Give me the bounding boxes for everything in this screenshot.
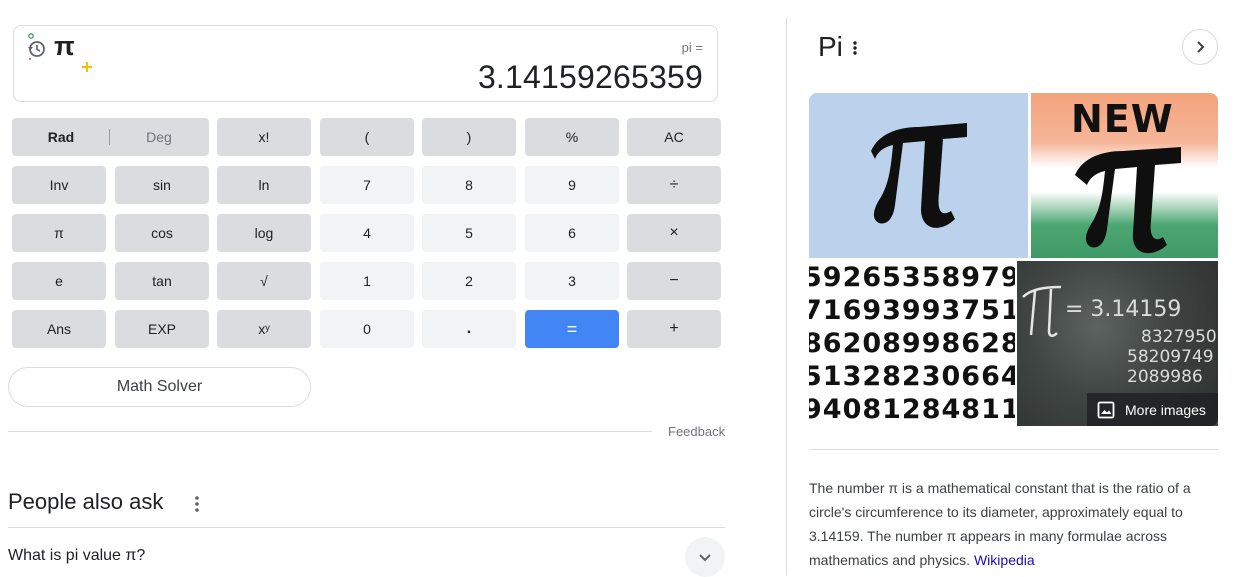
math-solver-button[interactable]: Math Solver — [8, 367, 311, 407]
open-paren-key[interactable]: ( — [320, 118, 414, 156]
equals-key[interactable]: = — [525, 310, 619, 348]
multiply-key[interactable]: × — [627, 214, 721, 252]
digits-line: 716939937510 — [809, 295, 1015, 326]
divide-key[interactable]: ÷ — [627, 166, 721, 204]
pi-symbol-image[interactable] — [809, 93, 1028, 258]
more-vert-icon[interactable] — [190, 494, 204, 514]
feedback-divider — [8, 431, 652, 432]
sqrt-key[interactable]: √ — [217, 262, 311, 300]
digit-1-key[interactable]: 1 — [320, 262, 414, 300]
pi-symbol-graphic — [1075, 147, 1181, 254]
inverse-key[interactable]: Inv — [12, 166, 106, 204]
e-key[interactable]: e — [12, 262, 106, 300]
history-icon[interactable] — [26, 32, 48, 60]
knowledge-panel-divider — [809, 449, 1218, 450]
chalk-digits-line: 2089986 — [1127, 367, 1203, 387]
digits-line: 592653589793 — [809, 262, 1015, 293]
plus-key[interactable]: + — [627, 310, 721, 348]
pi-key[interactable]: π — [12, 214, 106, 252]
rad-option[interactable]: Rad — [12, 118, 110, 156]
ln-key[interactable]: ln — [217, 166, 311, 204]
calculator-display: π pi = 3.14159265359 — [13, 25, 718, 102]
people-also-ask-question[interactable]: What is pi value π? — [8, 547, 145, 565]
chalk-digits-line: 83279502 — [1141, 327, 1218, 347]
chalk-digits-line: 58209749 — [1127, 347, 1214, 367]
digit-8-key[interactable]: 8 — [422, 166, 516, 204]
deg-option[interactable]: Deg — [110, 118, 208, 156]
digits-line: 940812848111 — [809, 394, 1015, 425]
digit-3-key[interactable]: 3 — [525, 262, 619, 300]
digit-9-key[interactable]: 9 — [525, 166, 619, 204]
knowledge-panel-next-button[interactable] — [1182, 29, 1218, 65]
pi-symbol-graphic — [871, 123, 967, 228]
tan-key[interactable]: tan — [115, 262, 209, 300]
more-images-button[interactable]: More images — [1087, 393, 1218, 426]
image-icon — [1097, 401, 1115, 418]
more-vert-icon[interactable] — [849, 38, 861, 58]
pi-digits-text: 592653589793 716939937510 862089986280 5… — [809, 261, 1015, 426]
expression-label: pi = — [681, 40, 703, 55]
chevron-right-icon — [1197, 41, 1205, 53]
knowledge-panel-title: Pi — [818, 31, 843, 62]
rad-deg-toggle[interactable]: Rad Deg — [12, 118, 209, 156]
digit-7-key[interactable]: 7 — [320, 166, 414, 204]
sparkle-icon — [82, 62, 92, 72]
new-pi-image[interactable]: NEW — [1031, 93, 1218, 258]
minus-key[interactable]: − — [627, 262, 721, 300]
digit-4-key[interactable]: 4 — [320, 214, 414, 252]
decimal-key[interactable]: . — [422, 310, 516, 348]
feedback-link[interactable]: Feedback — [668, 424, 725, 439]
cos-key[interactable]: cos — [115, 214, 209, 252]
more-images-label: More images — [1125, 401, 1206, 418]
wikipedia-link[interactable]: Wikipedia — [974, 552, 1035, 568]
digits-line: 862089986280 — [809, 328, 1015, 359]
chalk-equation: = 3.14159 — [1065, 297, 1182, 322]
sin-key[interactable]: sin — [115, 166, 209, 204]
digit-6-key[interactable]: 6 — [525, 214, 619, 252]
digit-0-key[interactable]: 0 — [320, 310, 414, 348]
exp-key[interactable]: EXP — [115, 310, 209, 348]
question-expand-button[interactable] — [685, 537, 725, 577]
close-paren-key[interactable]: ) — [422, 118, 516, 156]
factorial-key[interactable]: x! — [217, 118, 311, 156]
knowledge-panel-description: The number π is a mathematical constant … — [809, 476, 1221, 572]
people-also-ask-title: People also ask — [8, 489, 164, 514]
answer-key[interactable]: Ans — [12, 310, 106, 348]
percent-key[interactable]: % — [525, 118, 619, 156]
power-key[interactable]: xʸ — [217, 310, 311, 348]
knowledge-panel-border — [786, 18, 787, 575]
all-clear-key[interactable]: AC — [627, 118, 721, 156]
chevron-down-icon — [699, 554, 711, 562]
calculator-keypad: Rad Deg x! ( ) % AC Inv sin ln 7 8 9 ÷ π… — [12, 118, 721, 350]
calculator-result: 3.14159265359 — [477, 59, 703, 95]
people-also-ask-divider — [8, 527, 725, 528]
log-key[interactable]: log — [217, 214, 311, 252]
digit-5-key[interactable]: 5 — [422, 214, 516, 252]
digit-2-key[interactable]: 2 — [422, 262, 516, 300]
expression-symbol: π — [54, 31, 75, 61]
digits-line: 513282306647 — [809, 361, 1015, 392]
pi-digits-image[interactable]: 592653589793 716939937510 862089986280 5… — [809, 261, 1015, 426]
